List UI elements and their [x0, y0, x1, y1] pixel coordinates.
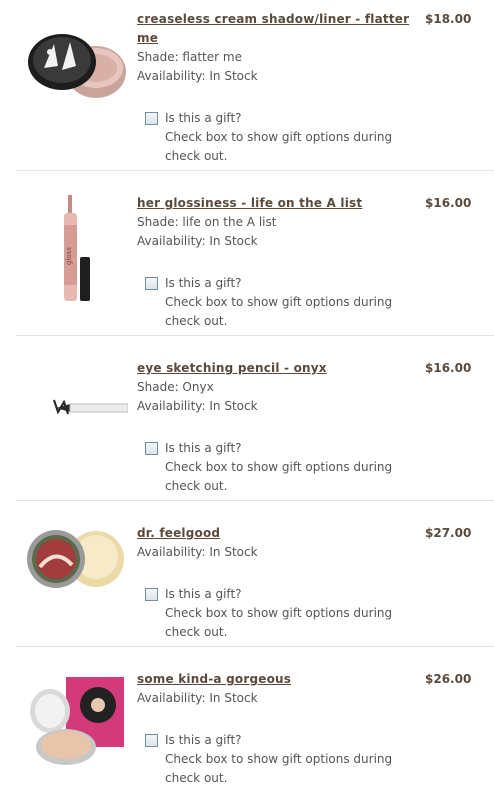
cart-item: gloss her glossiness - life on the A lis… — [16, 171, 494, 336]
cart-item: eye sketching pencil - onyx $16.00 Shade… — [16, 336, 494, 501]
product-image-foundation-compact[interactable] — [24, 671, 128, 775]
product-price: $16.00 — [425, 361, 472, 375]
gift-question: Is this a gift? — [165, 441, 242, 455]
availability-text: Availability: In Stock — [137, 234, 258, 248]
product-price: $26.00 — [425, 672, 472, 686]
product-title-link[interactable]: eye sketching pencil - onyx — [137, 359, 412, 378]
product-image-balm-compact[interactable] — [24, 527, 128, 591]
product-image-lip-gloss[interactable]: gloss — [24, 195, 128, 305]
product-image-cream-shadow[interactable] — [24, 22, 128, 104]
svg-text:gloss: gloss — [65, 247, 73, 265]
product-image-eye-pencil[interactable] — [24, 396, 129, 420]
product-title-link[interactable]: creaseless cream shadow/liner - flatter … — [137, 10, 412, 48]
availability-text: Availability: In Stock — [137, 69, 258, 83]
gift-note: Check box to show gift options during ch… — [165, 295, 393, 328]
availability-text: Availability: In Stock — [137, 399, 258, 413]
gift-checkbox[interactable] — [145, 734, 158, 747]
product-price: $18.00 — [425, 12, 472, 26]
availability-text: Availability: In Stock — [137, 545, 258, 559]
gift-checkbox[interactable] — [145, 112, 158, 125]
gift-note: Check box to show gift options during ch… — [165, 606, 393, 639]
cart-item: creaseless cream shadow/liner - flatter … — [16, 0, 494, 171]
product-shade: Shade: Onyx — [137, 380, 214, 394]
availability-text: Availability: In Stock — [137, 691, 258, 705]
product-shade: Shade: life on the A list — [137, 215, 277, 229]
product-title-link[interactable]: dr. feelgood — [137, 524, 412, 543]
gift-checkbox[interactable] — [145, 588, 158, 601]
gift-question: Is this a gift? — [165, 733, 242, 747]
product-title-link[interactable]: her glossiness - life on the A list — [137, 194, 412, 213]
product-title-link[interactable]: some kind-a gorgeous — [137, 670, 412, 689]
cart-item: some kind-a gorgeous $26.00 Availability… — [16, 647, 494, 791]
gift-question: Is this a gift? — [165, 111, 242, 125]
gift-checkbox[interactable] — [145, 442, 158, 455]
gift-note: Check box to show gift options during ch… — [165, 460, 393, 493]
product-price: $16.00 — [425, 196, 472, 210]
product-price: $27.00 — [425, 526, 472, 540]
gift-note: Check box to show gift options during ch… — [165, 752, 393, 785]
product-shade: Shade: flatter me — [137, 50, 242, 64]
cart-item: dr. feelgood $27.00 Availability: In Sto… — [16, 501, 494, 647]
gift-checkbox[interactable] — [145, 277, 158, 290]
gift-question: Is this a gift? — [165, 276, 242, 290]
gift-question: Is this a gift? — [165, 587, 242, 601]
gift-note: Check box to show gift options during ch… — [165, 130, 393, 163]
